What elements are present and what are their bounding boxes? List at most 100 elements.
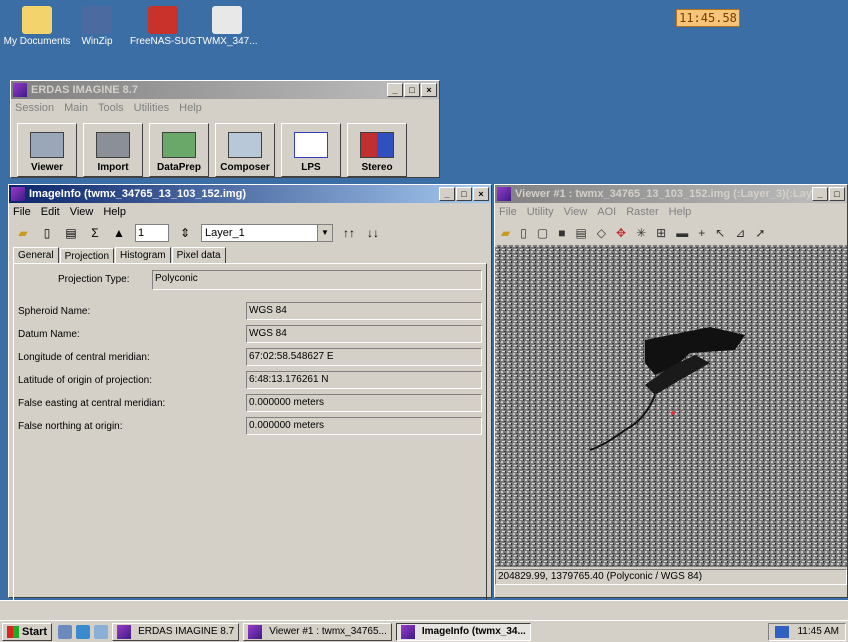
viewer-button[interactable]: Viewer bbox=[17, 123, 77, 177]
field-value: 6:48:13.176261 N bbox=[246, 371, 482, 389]
composer-button[interactable]: Composer bbox=[215, 123, 275, 177]
stereo-button[interactable]: Stereo bbox=[347, 123, 407, 177]
menu-view[interactable]: View bbox=[70, 206, 94, 218]
new-file-icon[interactable]: ▯ bbox=[39, 225, 55, 241]
menu-session[interactable]: Session bbox=[15, 102, 54, 114]
field-label: Latitude of origin of projection: bbox=[18, 375, 152, 386]
menu-raster[interactable]: Raster bbox=[626, 206, 658, 218]
image-viewport[interactable] bbox=[495, 245, 847, 567]
layer-number-spinner[interactable]: 1 bbox=[135, 224, 169, 242]
desktop-icon-winzip[interactable]: WinZip bbox=[62, 6, 132, 47]
maximize-button[interactable]: □ bbox=[829, 187, 845, 201]
projection-panel: Projection Type: Polyconic Spheroid Name… bbox=[13, 263, 487, 601]
lps-button[interactable]: LPS bbox=[281, 123, 341, 177]
close-button[interactable]: × bbox=[421, 83, 437, 97]
menu-main[interactable]: Main bbox=[64, 102, 88, 114]
task-erdas[interactable]: ERDAS IMAGINE 8.7 bbox=[112, 622, 240, 641]
desktop-clock-widget: 11:45.58 bbox=[676, 9, 740, 27]
imageinfo-titlebar[interactable]: ImageInfo (twmx_34765_13_103_152.img) _ … bbox=[9, 185, 491, 203]
menu-file[interactable]: File bbox=[13, 206, 31, 218]
menu-utilities[interactable]: Utilities bbox=[134, 102, 169, 114]
stereo-button-label: Stereo bbox=[361, 162, 393, 173]
menu-help[interactable]: Help bbox=[103, 206, 126, 218]
erdas-titlebar[interactable]: ERDAS IMAGINE 8.7 _ □ × bbox=[11, 81, 439, 99]
field-row: Datum Name: WGS 84 bbox=[18, 325, 482, 345]
menu-tools[interactable]: Tools bbox=[98, 102, 124, 114]
dataprep-button[interactable]: DataPrep bbox=[149, 123, 209, 177]
explorer-icon[interactable] bbox=[94, 624, 109, 639]
select-arrow-icon[interactable]: ➚ bbox=[755, 226, 765, 240]
field-row: Spheroid Name: WGS 84 bbox=[18, 302, 482, 322]
task-imageinfo[interactable]: ImageInfo (twmx_34... bbox=[395, 622, 531, 641]
zoom-extent-icon[interactable]: ⊞ bbox=[656, 226, 666, 240]
task-label: ERDAS IMAGINE 8.7 bbox=[138, 626, 235, 637]
maximize-button[interactable]: □ bbox=[404, 83, 420, 97]
sort-up-icon[interactable]: ↑↑ bbox=[341, 225, 357, 241]
menu-help[interactable]: Help bbox=[179, 102, 202, 114]
tab-pixel-data[interactable]: Pixel data bbox=[171, 247, 226, 263]
sigma-icon[interactable]: Σ bbox=[87, 225, 103, 241]
file-icon bbox=[212, 6, 242, 34]
histogram-icon[interactable]: ▲ bbox=[111, 225, 127, 241]
tab-projection[interactable]: Projection bbox=[59, 248, 115, 264]
task-viewer[interactable]: Viewer #1 : twmx_34765... bbox=[243, 622, 392, 641]
tab-general[interactable]: General bbox=[13, 247, 59, 263]
desktop-icon-label: WinZip bbox=[81, 36, 113, 47]
maximize-button[interactable]: □ bbox=[456, 187, 472, 201]
start-button[interactable]: Start bbox=[2, 622, 53, 641]
winzip-icon bbox=[82, 6, 112, 34]
minimize-button[interactable]: _ bbox=[387, 83, 403, 97]
line-icon[interactable]: ▬ bbox=[676, 226, 688, 240]
lps-icon bbox=[294, 132, 328, 158]
menu-file[interactable]: File bbox=[499, 206, 517, 218]
menu-help[interactable]: Help bbox=[669, 206, 692, 218]
menu-edit[interactable]: Edit bbox=[41, 206, 60, 218]
copy-icon[interactable]: ▢ bbox=[537, 226, 548, 240]
menu-view[interactable]: View bbox=[564, 206, 588, 218]
viewer-titlebar[interactable]: Viewer #1 : twmx_34765_13_103_152.img (:… bbox=[495, 185, 847, 203]
sort-down-icon[interactable]: ↓↓ bbox=[365, 225, 381, 241]
eraser-icon[interactable]: ◇ bbox=[597, 226, 606, 240]
close-button[interactable]: × bbox=[473, 187, 489, 201]
zoom-in-icon[interactable]: ✳ bbox=[636, 226, 646, 240]
open-folder-icon[interactable]: ▰ bbox=[501, 226, 510, 240]
menu-utility[interactable]: Utility bbox=[527, 206, 554, 218]
desktop-shortcut-icon[interactable] bbox=[58, 624, 73, 639]
imageinfo-app-icon bbox=[11, 187, 25, 201]
erdas-launcher-window: ERDAS IMAGINE 8.7 _ □ × Session Main Too… bbox=[10, 80, 440, 178]
new-file-icon[interactable]: ▯ bbox=[520, 226, 527, 240]
pdf-icon bbox=[148, 6, 178, 34]
pan-icon[interactable]: ✥ bbox=[616, 226, 626, 240]
viewer-window: Viewer #1 : twmx_34765_13_103_152.img (:… bbox=[494, 184, 848, 598]
minimize-button[interactable]: _ bbox=[439, 187, 455, 201]
crosshair-icon[interactable]: + bbox=[698, 226, 705, 240]
field-label: False easting at central meridian: bbox=[18, 398, 166, 409]
desktop-icon-freenas[interactable]: FreeNAS-SUG bbox=[128, 6, 198, 47]
tab-histogram[interactable]: Histogram bbox=[115, 247, 171, 263]
profile-icon[interactable]: ⊿ bbox=[735, 226, 745, 240]
import-button[interactable]: Import bbox=[83, 123, 143, 177]
field-row: False easting at central meridian: 0.000… bbox=[18, 394, 482, 414]
viewer-app-icon bbox=[497, 187, 511, 201]
spinner-arrows-icon[interactable]: ⇕ bbox=[177, 225, 193, 241]
pointer-icon[interactable]: ↖ bbox=[715, 226, 725, 240]
open-folder-icon[interactable]: ▰ bbox=[15, 225, 31, 241]
print-icon[interactable]: ▤ bbox=[63, 225, 79, 241]
window-title: ERDAS IMAGINE 8.7 bbox=[31, 84, 138, 96]
minimize-button[interactable]: _ bbox=[812, 187, 828, 201]
menu-aoi[interactable]: AOI bbox=[597, 206, 616, 218]
windows-logo-icon bbox=[7, 625, 19, 638]
desktop-icon-label: My Documents bbox=[3, 36, 71, 47]
save-icon[interactable]: ■ bbox=[558, 226, 565, 240]
browser-icon[interactable] bbox=[76, 624, 91, 639]
start-label: Start bbox=[22, 625, 48, 638]
layer-select[interactable]: Layer_1 ▼ bbox=[201, 224, 333, 242]
window-title: ImageInfo (twmx_34765_13_103_152.img) bbox=[29, 188, 247, 200]
tray-network-icon[interactable] bbox=[775, 625, 790, 638]
field-value: 0.000000 meters bbox=[246, 417, 482, 435]
viewer-status-bar: 204829.99, 1379765.40 (Polyconic / WGS 8… bbox=[495, 569, 847, 585]
task-label: Viewer #1 : twmx_34765... bbox=[269, 626, 387, 637]
print-icon[interactable]: ▤ bbox=[575, 226, 586, 240]
desktop-icon-label: FreeNAS-SUG bbox=[129, 36, 197, 47]
desktop-icon-twmx[interactable]: TWMX_347... bbox=[192, 6, 262, 47]
